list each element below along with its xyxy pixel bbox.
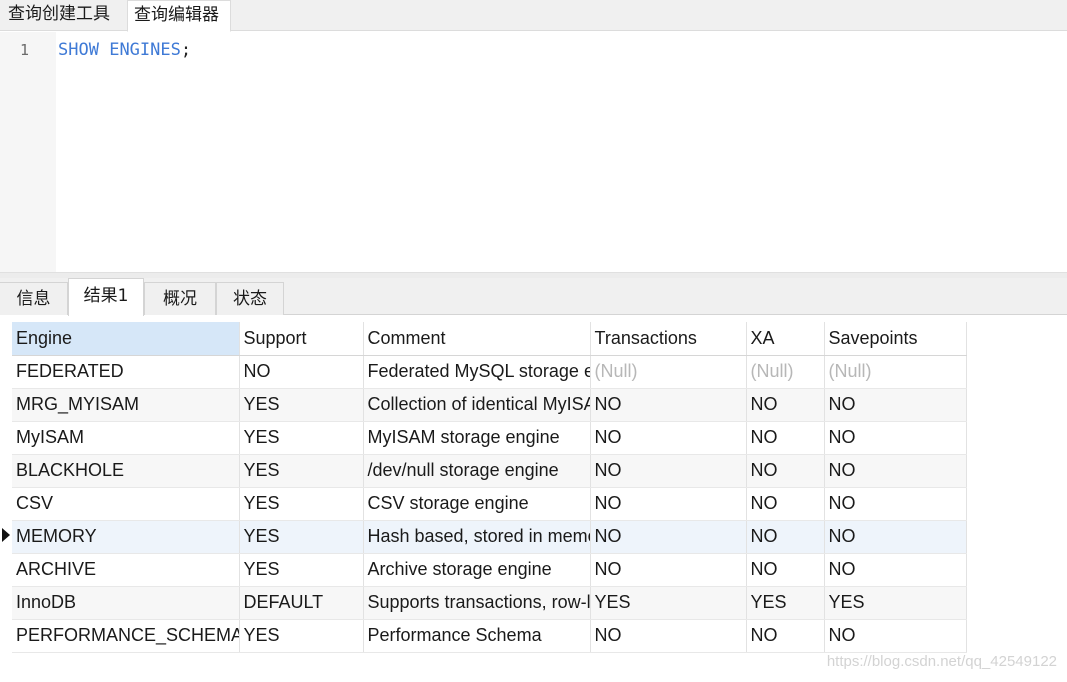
sql-keyword-engines: ENGINES [109,40,181,60]
cell-engine[interactable]: BLACKHOLE [12,454,240,488]
line-number: 1 [20,41,30,59]
cell-transactions[interactable]: NO [590,553,747,587]
cell-xa[interactable]: NO [746,520,825,554]
cell-support[interactable]: NO [239,355,364,389]
column-header-engine[interactable]: Engine [12,322,240,356]
code-line[interactable]: SHOW ENGINES; [58,40,191,60]
cell-xa[interactable]: NO [746,487,825,521]
cell-comment[interactable]: /dev/null storage engine [363,454,591,488]
cell-xa[interactable]: YES [746,586,825,620]
cell-engine[interactable]: MRG_MYISAM [12,388,240,422]
cell-savepoints[interactable]: NO [824,553,967,587]
grid-header-row: Engine Support Comment Transactions XA S… [12,322,967,356]
cell-savepoints[interactable]: NO [824,619,967,653]
table-row[interactable]: InnoDB DEFAULT Supports transactions, ro… [12,586,967,620]
table-row[interactable]: BLACKHOLE YES /dev/null storage engine N… [12,454,967,488]
cell-engine[interactable]: InnoDB [12,586,240,620]
cell-savepoints[interactable]: NO [824,388,967,422]
cell-support[interactable]: YES [239,553,364,587]
cell-transactions[interactable]: (Null) [590,355,747,389]
tab-profile[interactable]: 概况 [144,282,216,315]
sql-keyword-show: SHOW [58,40,99,60]
watermark: https://blog.csdn.net/qq_42549122 [826,653,1057,670]
table-row[interactable]: MRG_MYISAM YES Collection of identical M… [12,388,967,422]
result-tab-bar: 信息 概况 状态 结果1 [0,278,1067,316]
column-header-xa[interactable]: XA [746,322,825,356]
cell-engine[interactable]: MyISAM [12,421,240,455]
cell-support[interactable]: YES [239,619,364,653]
table-row[interactable]: MyISAM YES MyISAM storage engine NO NO N… [12,421,967,455]
column-header-support[interactable]: Support [239,322,364,356]
cell-transactions[interactable]: NO [590,454,747,488]
cell-support[interactable]: YES [239,487,364,521]
cell-support[interactable]: YES [239,454,364,488]
table-row-current[interactable]: MEMORY YES Hash based, stored in memory … [12,520,967,554]
column-header-savepoints[interactable]: Savepoints [824,322,967,356]
cell-transactions[interactable]: NO [590,421,747,455]
tab-result-1[interactable]: 结果1 [68,278,144,316]
cell-engine[interactable]: ARCHIVE [12,553,240,587]
cell-savepoints[interactable]: YES [824,586,967,620]
cell-savepoints[interactable]: NO [824,520,967,554]
cell-comment[interactable]: Archive storage engine [363,553,591,587]
cell-engine[interactable]: CSV [12,487,240,521]
cell-savepoints[interactable]: NO [824,421,967,455]
cell-transactions[interactable]: NO [590,388,747,422]
cell-engine[interactable]: FEDERATED [12,355,240,389]
cell-support[interactable]: YES [239,421,364,455]
cell-xa[interactable]: NO [746,388,825,422]
cell-transactions[interactable]: YES [590,586,747,620]
tab-message[interactable]: 信息 [0,282,68,315]
cell-savepoints[interactable]: NO [824,487,967,521]
result-grid: Engine Support Comment Transactions XA S… [12,322,967,653]
cell-transactions[interactable]: NO [590,487,747,521]
sql-editor[interactable]: 1 SHOW ENGINES; [0,32,1067,272]
cell-comment[interactable]: MyISAM storage engine [363,421,591,455]
sql-semicolon: ; [180,40,192,60]
cell-xa[interactable]: NO [746,421,825,455]
cell-xa[interactable]: NO [746,553,825,587]
cell-savepoints[interactable]: (Null) [824,355,967,389]
tab-status[interactable]: 状态 [216,282,284,315]
cell-support[interactable]: DEFAULT [239,586,364,620]
cell-comment[interactable]: Collection of identical MyISAM tables [363,388,591,422]
table-row[interactable]: PERFORMANCE_SCHEMA YES Performance Schem… [12,619,967,653]
cell-support[interactable]: YES [239,520,364,554]
table-row[interactable]: CSV YES CSV storage engine NO NO NO [12,487,967,521]
cell-comment[interactable]: Supports transactions, row-level locking [363,586,591,620]
cell-engine[interactable]: PERFORMANCE_SCHEMA [12,619,240,653]
line-number-gutter: 1 [0,32,56,272]
cell-xa[interactable]: NO [746,619,825,653]
cell-support[interactable]: YES [239,388,364,422]
cell-comment[interactable]: Federated MySQL storage engine [363,355,591,389]
cell-xa[interactable]: (Null) [746,355,825,389]
table-row[interactable]: FEDERATED NO Federated MySQL storage eng… [12,355,967,389]
cell-xa[interactable]: NO [746,454,825,488]
cell-comment[interactable]: CSV storage engine [363,487,591,521]
cell-comment[interactable]: Performance Schema [363,619,591,653]
cell-transactions[interactable]: NO [590,619,747,653]
column-header-comment[interactable]: Comment [363,322,591,356]
cell-savepoints[interactable]: NO [824,454,967,488]
cell-comment[interactable]: Hash based, stored in memory [363,520,591,554]
current-row-indicator-icon [2,528,10,542]
column-header-transactions[interactable]: Transactions [590,322,747,356]
cell-engine[interactable]: MEMORY [12,520,240,554]
cell-transactions[interactable]: NO [590,520,747,554]
tab-query-editor[interactable]: 查询编辑器 [127,0,231,32]
tab-query-builder[interactable]: 查询创建工具 [2,0,122,31]
table-row[interactable]: ARCHIVE YES Archive storage engine NO NO… [12,553,967,587]
query-tab-bar: 查询创建工具 查询编辑器 [0,0,1067,32]
